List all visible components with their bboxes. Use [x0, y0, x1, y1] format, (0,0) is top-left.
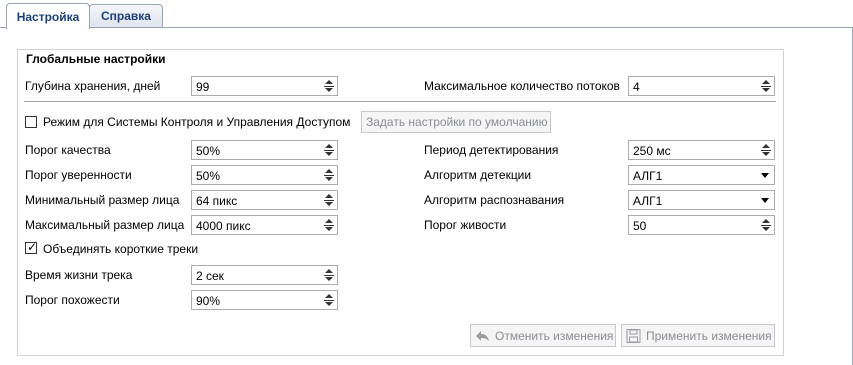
quality-threshold-value: 50% — [196, 144, 221, 158]
default-settings-label: Задать настройки по умолчанию — [366, 115, 548, 129]
down-arrow-icon[interactable] — [762, 88, 770, 92]
group-title: Глобальные настройки — [26, 52, 166, 66]
tab-settings[interactable]: Настройка — [6, 3, 90, 29]
max-face-size-spinbox[interactable]: 4000 пикс — [191, 215, 338, 235]
tab-help-label: Справка — [101, 9, 151, 23]
cancel-changes-button[interactable]: Отменить изменения — [470, 324, 616, 347]
track-lifetime-stepper[interactable] — [321, 266, 337, 284]
down-arrow-icon[interactable] — [325, 88, 333, 92]
chevron-down-icon[interactable] — [761, 173, 769, 178]
storage-depth-label: Глубина хранения, дней — [25, 79, 161, 93]
down-arrow-icon[interactable] — [762, 152, 770, 156]
similarity-threshold-label: Порог похожести — [25, 293, 120, 307]
default-settings-button[interactable]: Задать настройки по умолчанию — [361, 111, 551, 133]
min-face-size-value: 64 пикс — [196, 194, 238, 208]
max-face-size-label: Максимальный размер лица — [25, 218, 185, 232]
detection-period-spinbox[interactable]: 250 мс — [628, 140, 775, 160]
tab-bar: Настройка Справка — [0, 0, 853, 29]
storage-depth-stepper[interactable] — [321, 77, 337, 95]
recognition-algorithm-value: АЛГ1 — [633, 194, 663, 208]
confidence-threshold-label: Порог уверенности — [25, 168, 132, 182]
tab-settings-label: Настройка — [16, 9, 80, 24]
checkmark-icon: ✓ — [27, 240, 38, 254]
merge-tracks-checkbox[interactable]: ✓ — [25, 240, 38, 254]
detection-algorithm-value: АЛГ1 — [633, 169, 663, 183]
merge-tracks-label: Объединять короткие треки — [43, 242, 199, 256]
max-threads-label: Максимальное количество потоков — [424, 79, 620, 93]
down-arrow-icon[interactable] — [762, 227, 770, 231]
storage-depth-spinbox[interactable]: 99 — [191, 76, 338, 96]
confidence-threshold-spinbox[interactable]: 50% — [191, 165, 338, 185]
apply-changes-label: Применить изменения — [646, 328, 772, 343]
apply-changes-button[interactable]: Применить изменения — [621, 324, 775, 347]
up-arrow-icon[interactable] — [325, 294, 333, 298]
track-lifetime-value: 2 сек — [196, 269, 224, 283]
chevron-down-icon[interactable] — [761, 198, 769, 203]
detection-algorithm-select[interactable]: АЛГ1 — [628, 165, 775, 185]
tab-help[interactable]: Справка — [89, 4, 163, 27]
up-arrow-icon[interactable] — [325, 219, 333, 223]
detection-period-label: Период детектирования — [424, 143, 559, 157]
down-arrow-icon[interactable] — [325, 227, 333, 231]
detection-period-value: 250 мс — [633, 144, 671, 158]
track-lifetime-label: Время жизни трека — [25, 268, 133, 282]
max-threads-spinbox[interactable]: 4 — [628, 76, 775, 96]
similarity-threshold-value: 90% — [196, 294, 221, 308]
down-arrow-icon[interactable] — [325, 202, 333, 206]
confidence-threshold-value: 50% — [196, 169, 221, 183]
detection-period-stepper[interactable] — [758, 141, 774, 159]
max-face-size-value: 4000 пикс — [196, 219, 251, 233]
down-arrow-icon[interactable] — [325, 177, 333, 181]
storage-depth-value: 99 — [196, 80, 210, 94]
up-arrow-icon[interactable] — [325, 194, 333, 198]
max-threads-stepper[interactable] — [758, 77, 774, 95]
confidence-threshold-stepper[interactable] — [321, 166, 337, 184]
liveness-threshold-label: Порог живости — [424, 218, 507, 232]
quality-threshold-stepper[interactable] — [321, 141, 337, 159]
similarity-threshold-spinbox[interactable]: 90% — [191, 290, 338, 310]
floppy-disk-icon — [625, 328, 643, 343]
min-face-size-label: Минимальный размер лица — [25, 193, 180, 207]
track-lifetime-spinbox[interactable]: 2 сек — [191, 265, 338, 285]
liveness-threshold-stepper[interactable] — [758, 216, 774, 234]
down-arrow-icon[interactable] — [325, 277, 333, 281]
acs-mode-checkbox[interactable] — [25, 116, 37, 128]
up-arrow-icon[interactable] — [762, 80, 770, 84]
separator — [24, 101, 776, 102]
up-arrow-icon[interactable] — [325, 80, 333, 84]
undo-arrow-icon — [474, 329, 492, 343]
up-arrow-icon[interactable] — [762, 219, 770, 223]
max-threads-value: 4 — [633, 80, 640, 94]
cancel-changes-label: Отменить изменения — [495, 328, 614, 343]
similarity-threshold-stepper[interactable] — [321, 291, 337, 309]
down-arrow-icon[interactable] — [325, 152, 333, 156]
min-face-size-stepper[interactable] — [321, 191, 337, 209]
recognition-algorithm-label: Алгоритм распознавания — [424, 193, 565, 207]
detection-algorithm-label: Алгоритм детекции — [424, 168, 532, 182]
up-arrow-icon[interactable] — [325, 269, 333, 273]
up-arrow-icon[interactable] — [325, 144, 333, 148]
acs-mode-label: Режим для Системы Контроля и Управления … — [43, 115, 351, 129]
tab-divider — [0, 27, 853, 28]
up-arrow-icon[interactable] — [325, 169, 333, 173]
liveness-threshold-spinbox[interactable]: 50 — [628, 215, 775, 235]
down-arrow-icon[interactable] — [325, 302, 333, 306]
quality-threshold-spinbox[interactable]: 50% — [191, 140, 338, 160]
quality-threshold-label: Порог качества — [25, 143, 111, 157]
max-face-size-stepper[interactable] — [321, 216, 337, 234]
liveness-threshold-value: 50 — [633, 219, 647, 233]
recognition-algorithm-select[interactable]: АЛГ1 — [628, 190, 775, 210]
up-arrow-icon[interactable] — [762, 144, 770, 148]
min-face-size-spinbox[interactable]: 64 пикс — [191, 190, 338, 210]
